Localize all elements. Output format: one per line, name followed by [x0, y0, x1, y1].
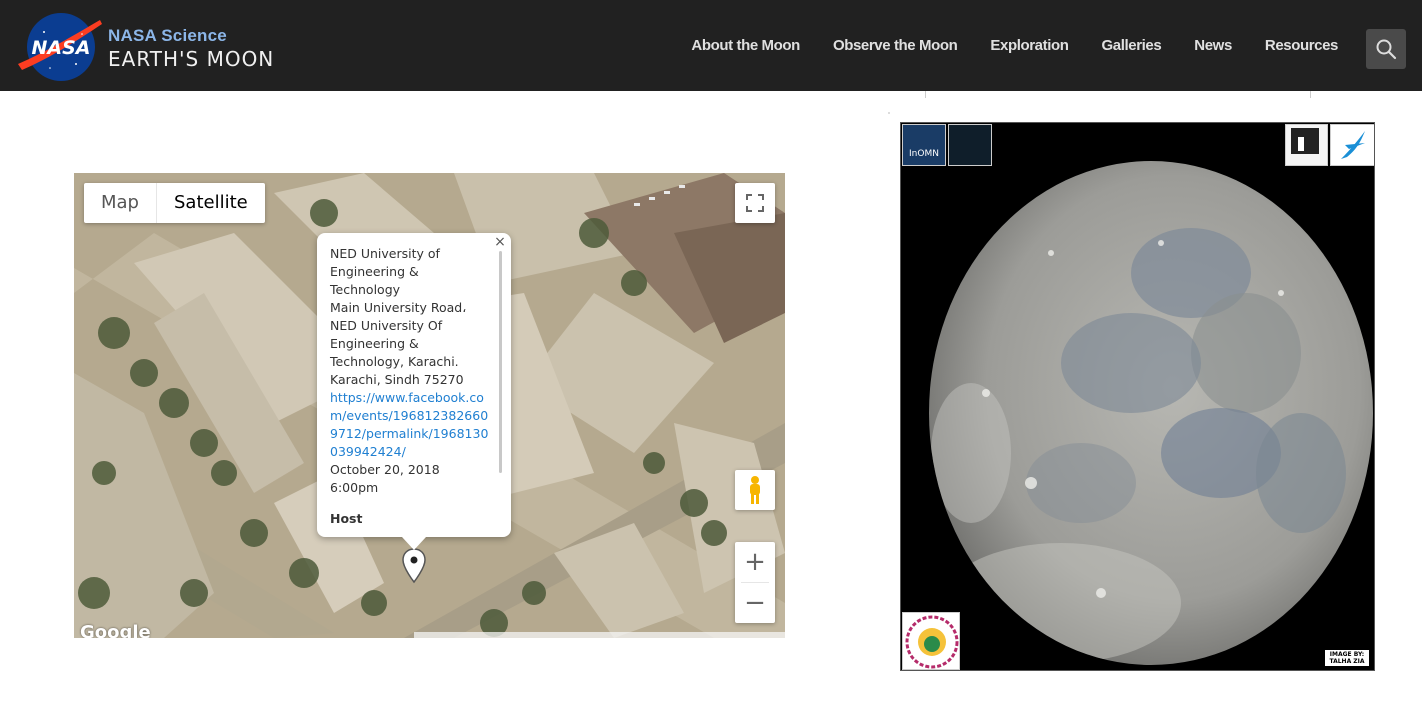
site-brand[interactable]: NASA Science EARTH'S MOON [108, 26, 274, 71]
address-line: NED University Of [330, 318, 443, 333]
host-label: Host [330, 511, 363, 526]
address-line: Technology [330, 282, 401, 297]
divider [1310, 91, 1311, 98]
event-time: 6:00pm [330, 480, 379, 495]
astronomy-society-badge [1285, 124, 1328, 166]
address-line: Technology, Karachi. [330, 354, 459, 369]
observatory-badge [948, 124, 992, 166]
university-seal-badge [902, 612, 960, 670]
fullscreen-button[interactable] [735, 183, 775, 223]
telescope-icon [1291, 128, 1319, 154]
map-type-satellite-button[interactable]: Satellite [157, 183, 265, 223]
close-icon[interactable]: × [493, 235, 507, 249]
info-window-scrollbar[interactable] [499, 251, 502, 473]
event-date: October 20, 2018 [330, 462, 440, 477]
site-header: NASA NASA Science EARTH'S MOON About the… [0, 0, 1422, 91]
map-attribution-bar[interactable] [414, 632, 785, 638]
divider [888, 112, 890, 114]
nav-resources[interactable]: Resources [1265, 37, 1339, 54]
swoosh-logo-badge [1330, 124, 1374, 166]
search-icon [1376, 39, 1397, 60]
credit-line: IMAGE BY: [1329, 651, 1365, 658]
address-line: Engineering & [330, 336, 419, 351]
nav-news[interactable]: News [1194, 37, 1232, 54]
map-info-window: × NED University of Engineering & Techno… [317, 233, 511, 550]
moon-photo: InOMN IMAGE BY: TALHA ZIA [900, 122, 1375, 671]
search-button[interactable] [1366, 29, 1406, 69]
main-nav: About the Moon Observe the Moon Explorat… [658, 0, 1338, 91]
minus-icon: − [744, 588, 766, 618]
seal-icon [905, 615, 959, 669]
brand-title: EARTH'S MOON [108, 47, 275, 71]
badge-label: InOMN [909, 149, 939, 159]
map-type-control: Map Satellite [84, 183, 265, 223]
address-line: Engineering & [330, 264, 419, 279]
plus-icon: + [744, 547, 766, 577]
fullscreen-icon [746, 194, 764, 212]
nasa-logo[interactable]: NASA [16, 12, 102, 82]
nav-about-the-moon[interactable]: About the Moon [691, 37, 800, 54]
pegman-icon [750, 476, 760, 504]
swoosh-icon [1341, 131, 1365, 159]
divider [925, 91, 926, 98]
map-type-map-button[interactable]: Map [84, 183, 157, 223]
address-line: NED University of [330, 246, 440, 261]
svg-text:NASA: NASA [32, 37, 91, 59]
nav-galleries[interactable]: Galleries [1102, 37, 1162, 54]
brand-top: NASA Science [108, 26, 227, 45]
address-line: Karachi, Sindh 75270 [330, 372, 464, 387]
event-map[interactable]: Map Satellite + − Google × NED Universit… [74, 173, 785, 638]
map-marker-icon[interactable] [401, 548, 427, 584]
nav-observe-the-moon[interactable]: Observe the Moon [833, 37, 958, 54]
inomn-badge: InOMN [902, 124, 946, 166]
credit-line: TALHA ZIA [1329, 658, 1365, 665]
zoom-out-button[interactable]: − [735, 583, 775, 623]
zoom-in-button[interactable]: + [735, 542, 775, 582]
event-link[interactable]: https://www.facebook.com/events/19681238… [330, 389, 495, 461]
moon-image [929, 161, 1373, 665]
street-view-pegman-button[interactable] [735, 470, 775, 510]
address-line: Main University Road، [330, 300, 467, 315]
info-window-content: NED University of Engineering & Technolo… [330, 245, 495, 528]
image-credit: IMAGE BY: TALHA ZIA [1325, 650, 1369, 666]
nav-exploration[interactable]: Exploration [990, 37, 1069, 54]
google-logo[interactable]: Google [80, 622, 151, 638]
zoom-control: + − [735, 542, 775, 623]
